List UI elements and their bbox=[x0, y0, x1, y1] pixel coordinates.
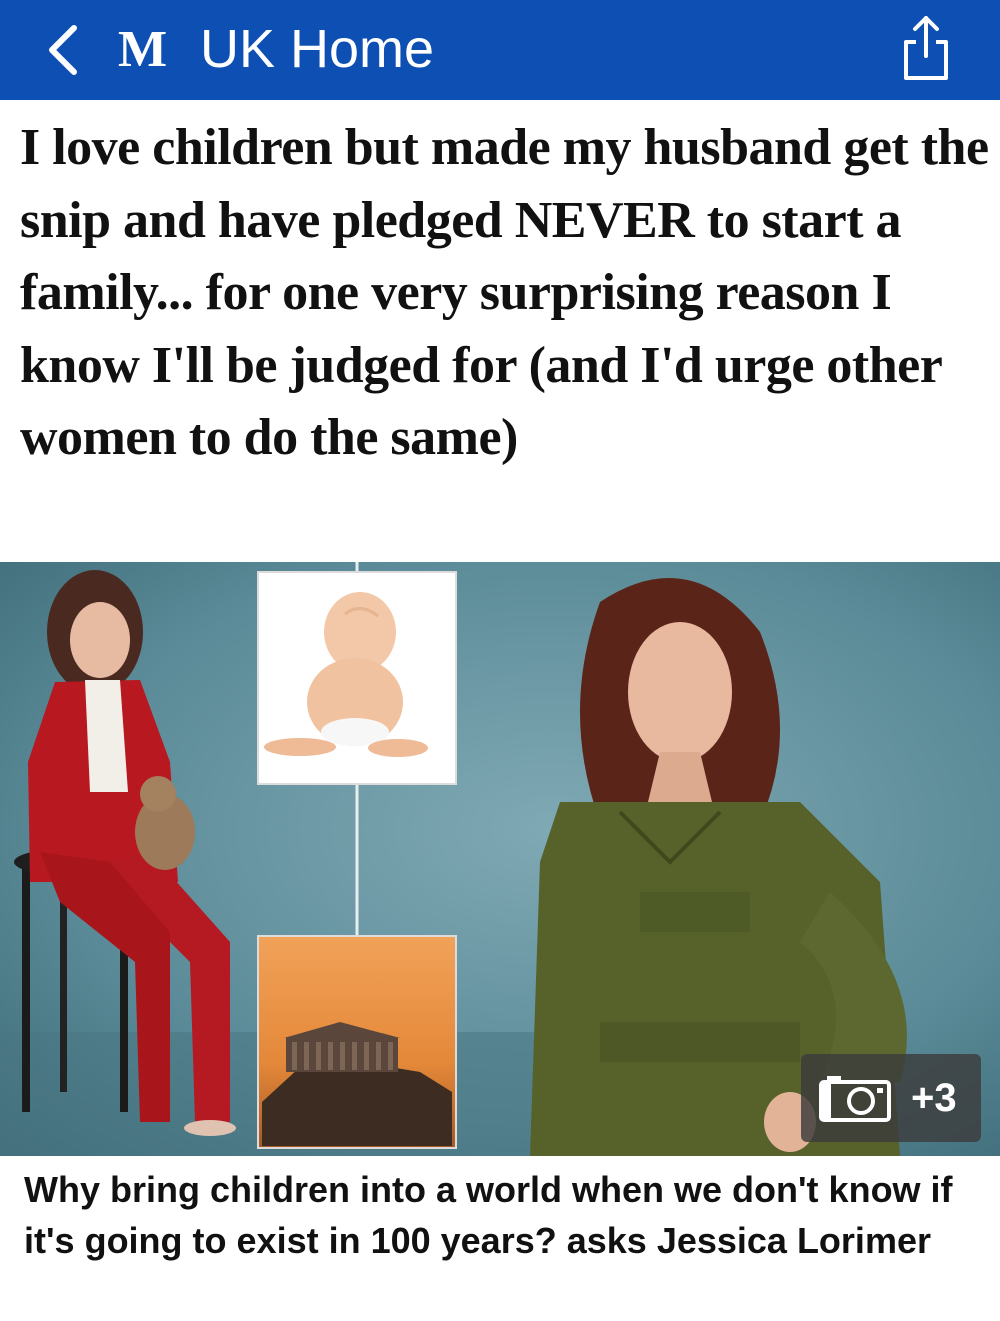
gallery-badge[interactable]: +3 bbox=[801, 1054, 981, 1142]
baby-photo bbox=[257, 571, 457, 785]
share-icon bbox=[904, 16, 948, 80]
gallery-count: +3 bbox=[911, 1076, 957, 1120]
chevron-left-icon bbox=[49, 25, 77, 75]
camera-icon bbox=[819, 1076, 891, 1122]
back-button[interactable] bbox=[38, 20, 94, 80]
top-nav-bar: M UK Home bbox=[0, 0, 1000, 100]
acropolis-photo bbox=[257, 935, 457, 1149]
image-caption: Why bring children into a world when we … bbox=[24, 1169, 953, 1261]
daily-mail-logo[interactable]: M bbox=[118, 20, 167, 80]
section-label[interactable]: UK Home bbox=[200, 14, 434, 84]
share-button[interactable] bbox=[898, 12, 954, 82]
article-headline[interactable]: I love children but made my husband get … bbox=[20, 112, 990, 475]
